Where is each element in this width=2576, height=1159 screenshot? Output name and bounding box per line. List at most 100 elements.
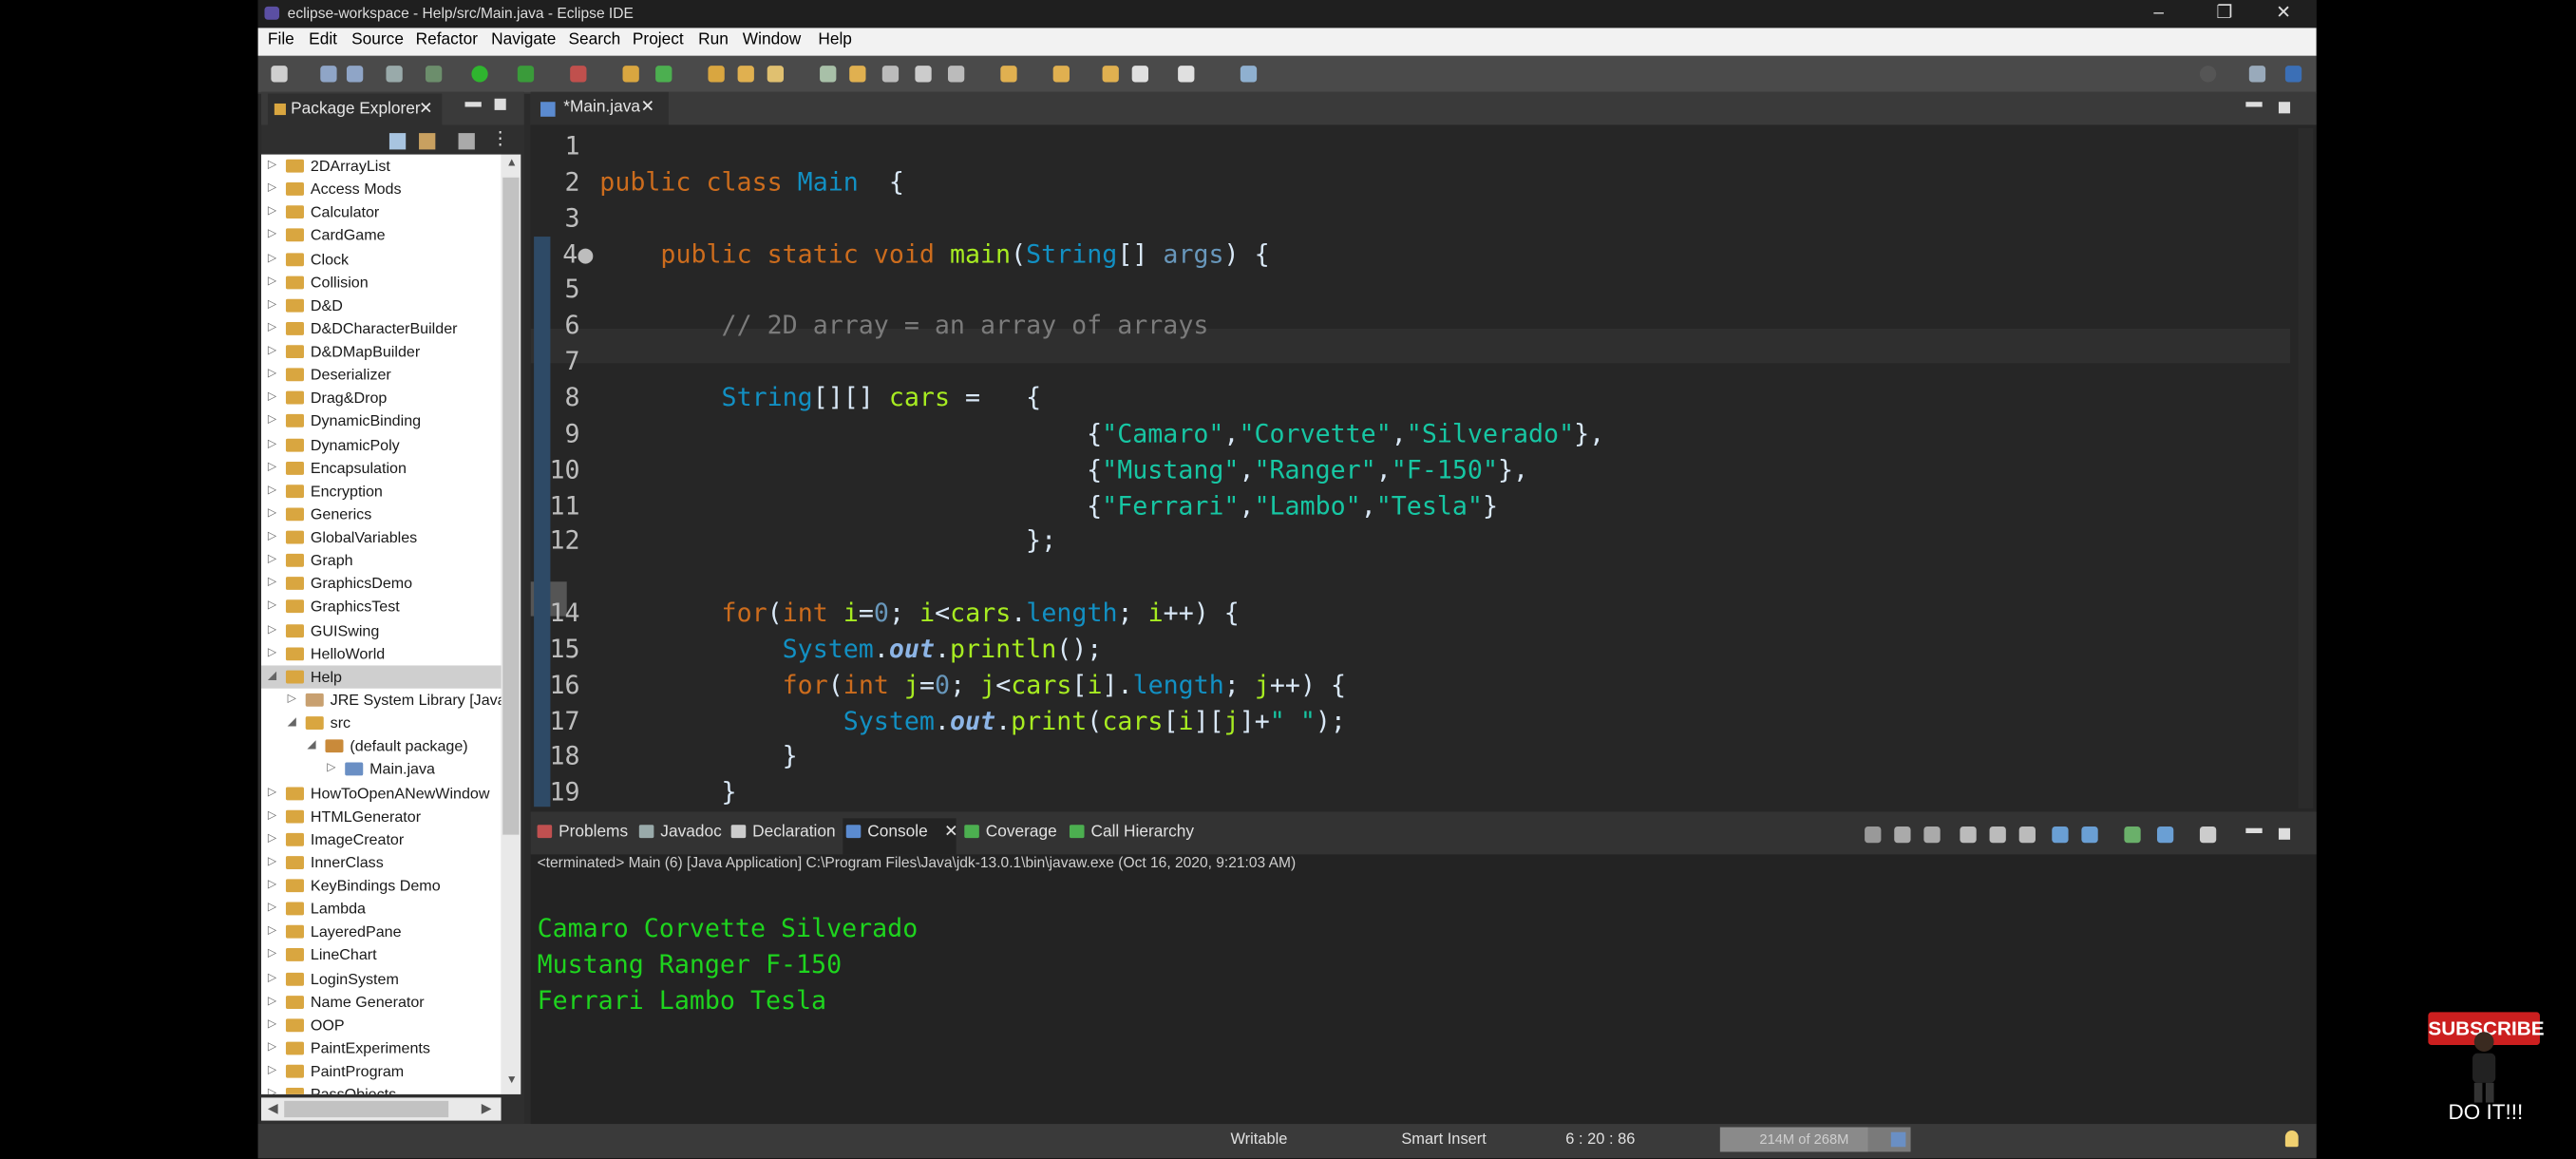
expand-icon[interactable]: ▷ [268, 1014, 276, 1036]
collapse-icon[interactable]: ◢ [288, 712, 296, 734]
whitespace-icon[interactable] [947, 66, 965, 83]
remove-all-icon[interactable] [1923, 826, 1941, 844]
tree-item[interactable]: ▷ GUISwing [261, 618, 502, 641]
expand-icon[interactable]: ▷ [268, 480, 276, 503]
expand-icon[interactable]: ▷ [268, 851, 276, 874]
heap-status[interactable]: 214M of 268M [1719, 1127, 1911, 1152]
filter-icon[interactable] [458, 133, 475, 150]
close-tab-icon[interactable]: ✕ [641, 92, 655, 125]
tree-item[interactable]: ▷ InnerClass [261, 851, 502, 874]
save-icon[interactable] [320, 66, 337, 83]
console-view-menu-icon[interactable] [2199, 826, 2217, 844]
expand-icon[interactable]: ▷ [268, 827, 276, 850]
minimize-button[interactable]: – [2134, 2, 2184, 25]
tree-item[interactable]: ▷ LayeredPane [261, 921, 502, 943]
expand-icon[interactable]: ▷ [268, 1036, 276, 1059]
tree-item[interactable]: ▷ Encapsulation [261, 456, 502, 479]
expand-icon[interactable]: ▷ [268, 364, 276, 387]
save-all-icon[interactable] [346, 66, 364, 83]
menu-refactor[interactable]: Refactor [416, 31, 478, 49]
expand-icon[interactable]: ▷ [268, 294, 276, 316]
expand-icon[interactable]: ▷ [268, 642, 276, 665]
tree-item[interactable]: ▷ GraphicsDemo [261, 572, 502, 595]
expand-icon[interactable]: ▷ [268, 1060, 276, 1083]
expand-icon[interactable]: ▷ [268, 967, 276, 990]
tree-item[interactable]: ▷ HowToOpenANewWindow [261, 781, 502, 804]
toggle-mark-icon[interactable] [849, 66, 866, 83]
expand-icon[interactable]: ▷ [268, 572, 276, 595]
last-edit-icon[interactable] [1102, 66, 1119, 83]
tree-item[interactable]: ▷ D&DCharacterBuilder [261, 317, 502, 340]
tree-item[interactable]: ▷ Collision [261, 271, 502, 294]
collapse-icon[interactable]: ◢ [268, 665, 276, 688]
tree-item[interactable]: ▷ OOP [261, 1014, 502, 1036]
menu-edit[interactable]: Edit [309, 31, 337, 49]
open-console-icon[interactable] [2124, 826, 2141, 844]
tab-call-hierarchy[interactable]: Call Hierarchy [1069, 824, 1194, 842]
tree-item[interactable]: ▷ D&DMapBuilder [261, 340, 502, 363]
tree-item[interactable]: ▷ 2DArrayList [261, 155, 502, 178]
expand-icon[interactable]: ▷ [268, 781, 276, 804]
code-area[interactable]: 1 2 public class Main {3 4● public static v… [530, 128, 2297, 812]
tree-item[interactable]: ▷ ImageCreator [261, 827, 502, 850]
expand-icon[interactable]: ▷ [268, 178, 276, 200]
word-wrap-console-icon[interactable] [2018, 826, 2036, 844]
view-menu-icon[interactable]: ⋮ [491, 128, 509, 150]
expand-icon[interactable]: ▷ [268, 387, 276, 409]
tab-console[interactable]: Console ✕ [845, 824, 958, 842]
minimize-view-icon[interactable]: ▬ [464, 94, 481, 112]
minimize-editor-icon[interactable]: ▬ [2245, 94, 2262, 112]
new-java-project-icon[interactable] [622, 66, 639, 83]
maximize-button[interactable]: ❐ [2200, 2, 2249, 25]
maximize-view-icon[interactable] [494, 98, 506, 110]
prev-annotation-icon[interactable] [1052, 66, 1070, 83]
clear-console-icon[interactable] [1960, 826, 1977, 844]
tab-main-java[interactable]: *Main.java ✕ [530, 91, 669, 125]
garbage-collect-icon[interactable] [1890, 1131, 1906, 1148]
close-window-button[interactable]: ✕ [2259, 2, 2308, 25]
expand-icon[interactable]: ▷ [268, 224, 276, 247]
expand-icon[interactable]: ▷ [268, 1083, 276, 1094]
expand-icon[interactable]: ▷ [268, 526, 276, 549]
tree-item[interactable]: ▷ HTMLGenerator [261, 805, 502, 827]
expand-icon[interactable]: ▷ [268, 340, 276, 363]
tree-item[interactable]: ▷ Clock [261, 247, 502, 270]
expand-icon[interactable]: ▷ [268, 503, 276, 525]
tree-item[interactable]: ▷ DynamicPoly [261, 433, 502, 456]
expand-icon[interactable]: ▷ [268, 271, 276, 294]
editor-overview-ruler[interactable] [2298, 127, 2314, 808]
menu-file[interactable]: File [268, 31, 294, 49]
expand-icon[interactable]: ▷ [268, 155, 276, 178]
debug-skip-icon[interactable] [386, 66, 403, 83]
tree-item[interactable]: ▷ LoginSystem [261, 967, 502, 990]
annotation-icon[interactable] [820, 66, 837, 83]
search-tool-icon[interactable] [767, 66, 785, 83]
block-selection-icon[interactable] [881, 66, 900, 83]
close-tab-icon[interactable]: ✕ [419, 94, 433, 125]
tab-coverage[interactable]: Coverage [964, 824, 1057, 842]
external-tools-icon[interactable] [570, 66, 587, 83]
tree-item[interactable]: ▷ LineChart [261, 943, 502, 966]
tree-item[interactable]: ▷ DynamicBinding [261, 409, 502, 432]
run-icon[interactable] [471, 66, 488, 83]
new-console-icon[interactable] [2156, 826, 2174, 844]
tree-item[interactable]: ▷ PaintExperiments [261, 1036, 502, 1059]
tree-item[interactable]: ▷ KeyBindings Demo [261, 874, 502, 897]
tree-vertical-scrollbar[interactable]: ▲ ▼ [501, 154, 521, 1094]
open-task-icon[interactable] [737, 66, 754, 83]
scroll-up-icon[interactable]: ▲ [506, 158, 518, 169]
tab-javadoc[interactable]: Javadoc [638, 824, 722, 842]
debug-icon[interactable] [425, 66, 443, 83]
tab-package-explorer[interactable]: Package Explorer ✕ [267, 93, 443, 125]
maximize-console-icon[interactable] [2278, 827, 2291, 840]
expand-icon[interactable]: ▷ [268, 409, 276, 432]
pin-console-icon[interactable] [2052, 826, 2069, 844]
expand-icon[interactable]: ▷ [268, 805, 276, 827]
link-with-editor-icon[interactable] [419, 133, 436, 150]
tree-item[interactable]: ▷ D&D [261, 294, 502, 316]
expand-icon[interactable]: ▷ [268, 596, 276, 618]
expand-icon[interactable]: ▷ [268, 549, 276, 572]
coverage-icon[interactable] [517, 66, 535, 83]
menu-project[interactable]: Project [633, 31, 684, 49]
minimize-console-icon[interactable]: ▬ [2245, 820, 2262, 838]
